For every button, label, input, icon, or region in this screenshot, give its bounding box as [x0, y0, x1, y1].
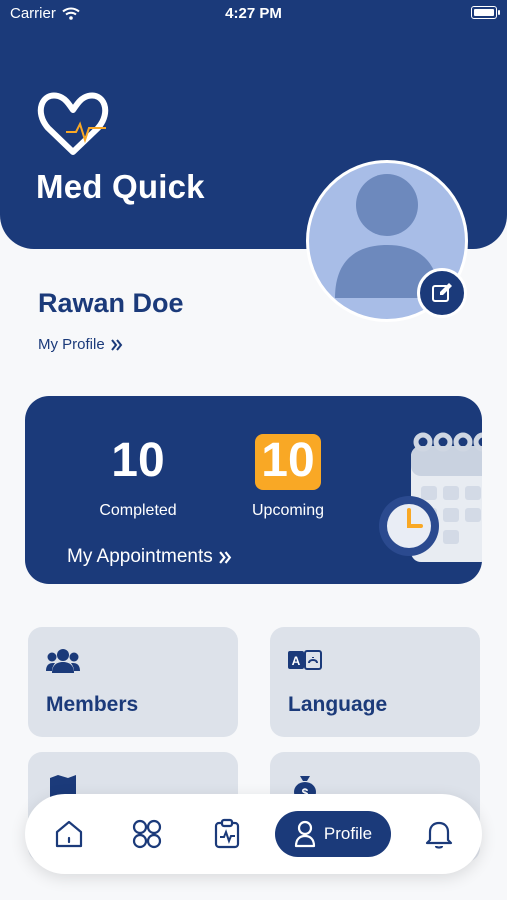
tab-services[interactable]	[129, 816, 165, 852]
battery-icon	[471, 6, 500, 19]
my-appointments-label: My Appointments	[67, 546, 213, 567]
double-chevron-right-icon	[218, 550, 231, 564]
members-icon	[46, 649, 80, 673]
language-tile[interactable]: A Language	[270, 627, 480, 737]
edit-avatar-button[interactable]	[417, 268, 467, 318]
completed-count: 10	[111, 434, 165, 487]
tab-home[interactable]	[51, 816, 87, 852]
tab-profile[interactable]: Profile	[275, 811, 391, 857]
double-chevron-right-icon	[110, 338, 122, 351]
brand-name: Med Quick	[36, 168, 205, 205]
completed-stat: 10 Completed	[83, 434, 193, 520]
bottom-tab-bar: Profile	[25, 794, 482, 874]
members-label: Members	[46, 693, 139, 716]
status-time: 4:27 PM	[225, 5, 282, 22]
language-label: Language	[288, 693, 388, 716]
completed-label: Completed	[99, 502, 177, 519]
edit-icon	[432, 283, 452, 302]
my-profile-link[interactable]: My Profile	[38, 336, 123, 353]
svg-text:A: A	[292, 654, 301, 668]
user-name: Rawan Doe	[38, 288, 184, 318]
tab-profile-label: Profile	[323, 824, 373, 843]
bell-icon	[425, 821, 453, 849]
tab-records[interactable]	[209, 816, 245, 852]
upcoming-label: Upcoming	[251, 502, 325, 519]
user-icon	[294, 820, 316, 848]
language-icon: A	[288, 650, 322, 670]
appointments-card[interactable]: 10 Completed 10 Upcoming My Appointments	[25, 396, 482, 584]
my-profile-label: My Profile	[38, 336, 105, 353]
upcoming-stat: 10 Upcoming	[233, 434, 343, 520]
my-appointments-link[interactable]: My Appointments	[67, 546, 232, 568]
upcoming-count: 10	[255, 434, 321, 490]
calendar-clock-icon	[379, 432, 482, 562]
home-icon	[55, 820, 83, 848]
grid-icon	[132, 819, 162, 849]
tab-notifications[interactable]	[421, 816, 457, 852]
status-bar: Carrier 4:27 PM	[0, 0, 507, 28]
med-quick-logo-icon	[37, 92, 109, 155]
members-tile[interactable]: Members	[28, 627, 238, 737]
clipboard-icon	[214, 818, 240, 849]
